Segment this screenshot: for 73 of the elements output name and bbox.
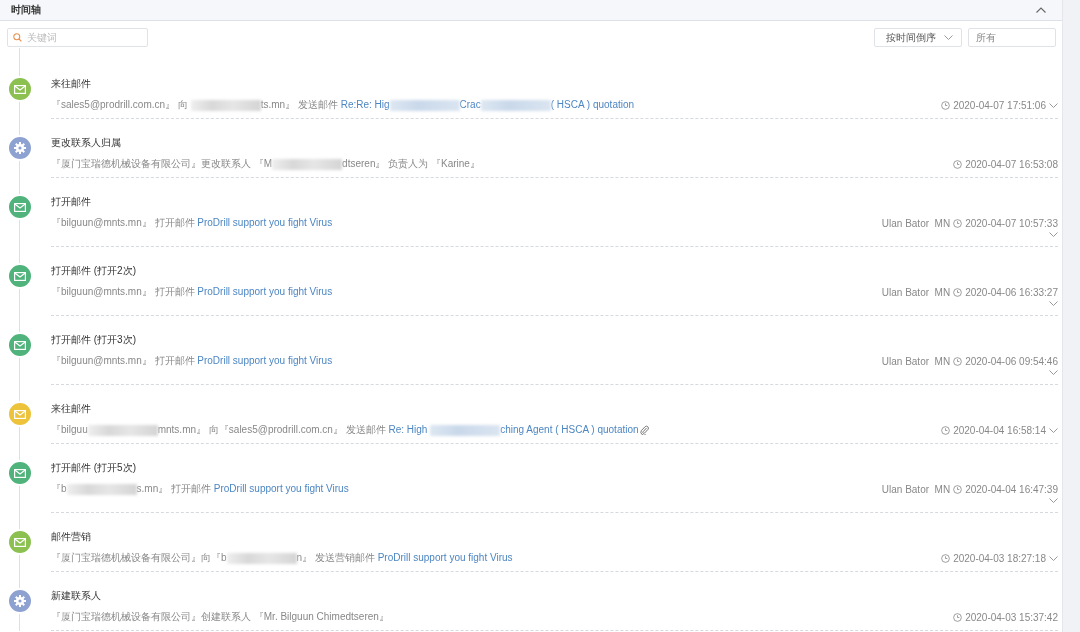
redaction-blur [190,99,261,111]
chevron-down-icon[interactable] [1049,232,1058,237]
redaction-blur [272,158,343,170]
event-description: 『bilguun@mnts.mn』 打开邮件 ProDrill support you fight Virus [51,285,333,299]
clock-icon [953,287,963,297]
chevron-down-icon[interactable] [1049,301,1058,306]
chevron-up-icon[interactable] [1036,7,1046,13]
location-text: Ulan Bator MN [881,286,951,298]
event-title: 打开邮件 [51,195,92,209]
chevron-down-icon[interactable] [1049,555,1058,561]
email-link[interactable]: ching Agent ( HSCA ) quotation [500,424,639,435]
email-link[interactable]: ProDrill support you fight Virus [197,355,333,366]
event-title: 邮件营销 [51,530,92,544]
chevron-down-icon[interactable] [1049,427,1058,433]
sort-dropdown[interactable]: 按时间倒序 [874,28,962,47]
event-title: 打开邮件 (打开2次) [51,264,137,278]
redaction-blur [480,99,551,111]
event-title: 来往邮件 [51,402,92,416]
event-time: 2020-04-07 10:57:33 [965,217,1058,229]
redaction-blur [430,424,501,436]
chevron-down-icon[interactable] [1049,498,1058,503]
clock-icon [953,484,963,494]
event-title: 打开邮件 (打开5次) [51,461,137,475]
email-link[interactable]: Re: High [388,424,431,435]
event-time: 2020-04-03 15:37:42 [965,611,1058,623]
clock-icon [953,612,963,622]
event-time: 2020-04-03 18:27:18 [953,552,1046,564]
clock-icon [953,218,963,228]
chevron-down-icon[interactable] [1049,370,1058,375]
email-link[interactable]: ProDrill support you fight Virus [377,552,513,563]
event-time: 2020-04-04 16:47:39 [965,483,1058,495]
search-icon [13,33,22,42]
event-description: 『bilguu mnts.mn』 向『sales5@prodrill.com.cn』 发送邮件 Re: High ching Agent ( HSCA ) quotation [51,423,649,437]
redaction-blur [66,483,137,495]
redaction-blur [389,99,460,111]
event-time: 2020-04-07 17:51:06 [953,99,1046,111]
chevron-down-icon[interactable] [944,35,953,40]
clock-icon [941,425,951,435]
search-field[interactable]: 关键词 [7,28,148,47]
event-description: 『厦门宝瑞德机械设备有限公司』向『b n』 发送营销邮件 ProDrill support you fight Virus [51,551,513,565]
event-time: 2020-04-07 16:53:08 [965,158,1058,170]
event-title: 打开邮件 (打开3次) [51,333,137,347]
email-link[interactable]: ProDrill support you fight Virus [197,286,333,297]
event-description: 『bilguun@mnts.mn』 打开邮件 ProDrill support you fight Virus [51,216,333,230]
clock-icon [941,553,951,563]
email-link[interactable]: Re:Re: Hig [340,99,390,110]
event-description: 『b s.mn』 打开邮件 ProDrill support you fight Virus [51,482,349,496]
location-text: Ulan Bator MN [881,217,951,229]
event-title: 新建联系人 [51,589,102,603]
event-time: 2020-04-06 09:54:46 [965,355,1058,367]
email-link[interactable]: ( HSCA ) quotation [550,99,635,110]
clock-icon [953,356,963,366]
event-time: 2020-04-06 16:33:27 [965,286,1058,298]
filter-field[interactable]: 所有 [968,28,1056,47]
event-description: 『厦门宝瑞德机械设备有限公司』创建联系人 『Mr. Bilguun Chimedtseren』 [51,610,389,624]
clock-icon [953,159,963,169]
email-link[interactable]: Crac [459,99,481,110]
event-description: 『bilguun@mnts.mn』 打开邮件 ProDrill support you fight Virus [51,354,333,368]
email-link[interactable]: ProDrill support you fight Virus [213,483,349,494]
event-time: 2020-04-04 16:58:14 [953,424,1046,436]
event-description: 『sales5@prodrill.com.cn』 向 ts.mn』 发送邮件 Re:Re: Hig Crac ( HSCA ) quotation [51,98,635,112]
redaction-blur [226,552,297,564]
scrollbar[interactable] [1062,0,1080,632]
location-text: Ulan Bator MN [881,355,951,367]
event-description: 『厦门宝瑞德机械设备有限公司』更改联系人 『M dtseren』 负责人为 『Karine』 [51,157,480,171]
email-link[interactable]: ProDrill support you fight Virus [197,217,333,228]
redaction-blur [87,424,158,436]
panel-title: 时间轴 [11,3,41,17]
event-title: 来往邮件 [51,77,92,91]
event-title: 更改联系人归属 [51,136,122,150]
location-text: Ulan Bator MN [881,483,951,495]
chevron-down-icon[interactable] [1049,102,1058,108]
clock-icon [941,100,951,110]
